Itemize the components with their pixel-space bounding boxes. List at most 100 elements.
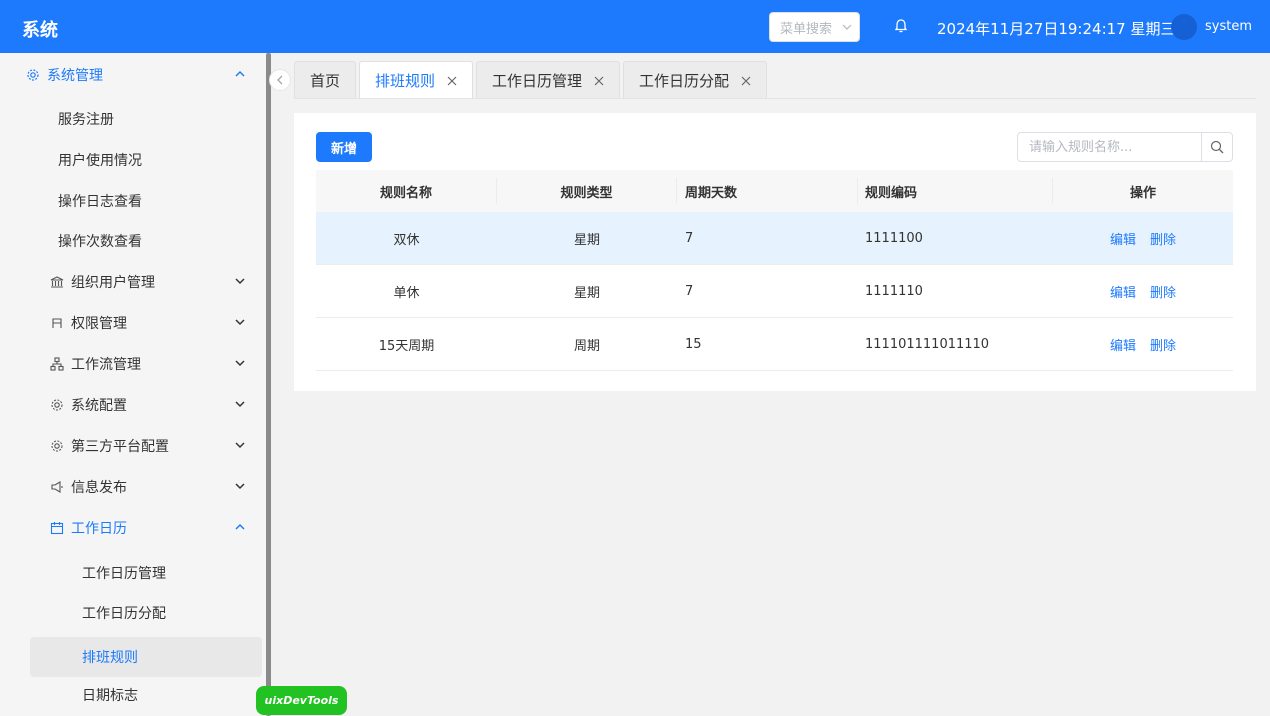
sidebar-group-label: 信息发布 — [71, 480, 127, 496]
sidebar-group-label: 组织用户管理 — [71, 275, 155, 291]
chevron-down-icon — [235, 360, 245, 367]
chevron-down-icon — [235, 401, 245, 408]
sidebar-item-date-flag[interactable]: 日期标志 — [0, 675, 266, 715]
tab-shift-rules[interactable]: 排班规则 — [359, 61, 474, 99]
sidebar-scrollbar[interactable] — [266, 53, 271, 716]
table-row[interactable]: 双休 星期 7 1111100 编辑 删除 — [316, 212, 1233, 265]
gear-icon — [27, 69, 39, 81]
sidebar-item-calendar-manage[interactable]: 工作日历管理 — [0, 553, 266, 593]
sidebar-item-shift-rules[interactable]: 排班规则 — [30, 637, 262, 677]
delete-link[interactable]: 删除 — [1150, 229, 1176, 248]
chevron-up-icon — [235, 70, 245, 77]
username[interactable]: system — [1205, 19, 1252, 34]
rules-table: 规则名称 规则类型 周期天数 规则编码 操作 双休 星期 7 1111100 编… — [316, 170, 1233, 371]
sidebar-group-info-publish[interactable]: 信息发布 — [0, 467, 266, 507]
cell-rule-type: 星期 — [573, 285, 600, 301]
sidebar: 系统管理 服务注册 用户使用情况 操作日志查看 操作次数查看 组织用户管理 权限… — [0, 53, 266, 716]
cell-cycle-days: 15 — [685, 336, 702, 352]
sidebar-group-system-config[interactable]: 系统配置 — [0, 385, 266, 425]
close-icon[interactable] — [447, 76, 457, 86]
sidebar-item-operation-count[interactable]: 操作次数查看 — [0, 221, 266, 261]
cell-rule-code: 1111100 — [865, 230, 923, 246]
calendar-icon — [50, 522, 64, 535]
menu-search-select[interactable]: 菜单搜索 — [769, 12, 860, 42]
table-row[interactable]: 15天周期 周期 15 111101111011110 编辑 删除 — [316, 318, 1233, 371]
sidebar-group-permission[interactable]: 权限管理 — [0, 303, 266, 343]
tab-divider — [294, 98, 1256, 99]
devtools-button[interactable]: uixDevTools — [256, 686, 347, 715]
chevron-up-icon — [235, 523, 245, 530]
rule-search-box — [1017, 132, 1233, 162]
tab-label: 工作日历管理 — [492, 72, 583, 90]
sidebar-item-user-usage[interactable]: 用户使用情况 — [0, 140, 266, 180]
sidebar-collapse-button[interactable] — [269, 69, 291, 91]
gear-icon — [51, 440, 63, 452]
header-cycle-days: 周期天数 — [677, 178, 858, 204]
cell-actions: 编辑 删除 — [1053, 318, 1233, 370]
cell-actions: 编辑 删除 — [1053, 265, 1233, 317]
edit-link[interactable]: 编辑 — [1110, 282, 1136, 301]
header-rule-type: 规则类型 — [497, 178, 677, 204]
cell-rule-name: 单休 — [393, 285, 420, 301]
delete-link[interactable]: 删除 — [1150, 282, 1176, 301]
sidebar-group-third-party[interactable]: 第三方平台配置 — [0, 426, 266, 466]
bank-icon — [50, 276, 64, 288]
close-icon[interactable] — [741, 76, 751, 86]
tab-calendar-manage[interactable]: 工作日历管理 — [476, 61, 621, 99]
cell-cycle-days: 7 — [685, 283, 694, 299]
gear-icon — [51, 399, 63, 411]
tab-bar: 首页 排班规则 工作日历管理 工作日历分配 — [294, 61, 770, 99]
table-row[interactable]: 单休 星期 7 1111110 编辑 删除 — [316, 265, 1233, 318]
chevron-down-icon — [235, 319, 245, 326]
tab-label: 排班规则 — [375, 72, 436, 90]
chevron-down-icon — [235, 442, 245, 449]
tab-label: 首页 — [310, 72, 341, 90]
bell-icon[interactable] — [893, 18, 909, 34]
delete-link[interactable]: 删除 — [1150, 335, 1176, 354]
sidebar-group-system[interactable]: 系统管理 — [0, 55, 266, 95]
menu-search-placeholder: 菜单搜索 — [780, 21, 833, 37]
tab-calendar-assign[interactable]: 工作日历分配 — [623, 61, 768, 99]
cell-rule-code: 111101111011110 — [865, 336, 990, 352]
tab-label: 工作日历分配 — [639, 72, 730, 90]
search-button[interactable] — [1201, 133, 1232, 161]
header-rule-name: 规则名称 — [316, 178, 497, 204]
cell-rule-name: 双休 — [393, 232, 420, 248]
avatar[interactable] — [1171, 14, 1197, 40]
sidebar-group-label: 第三方平台配置 — [71, 439, 169, 455]
sidebar-group-work-calendar[interactable]: 工作日历 — [0, 508, 266, 548]
sidebar-group-label: 系统配置 — [71, 398, 127, 414]
sidebar-group-label: 权限管理 — [71, 316, 127, 332]
table-header: 规则名称 规则类型 周期天数 规则编码 操作 — [316, 170, 1233, 212]
sidebar-item-operation-log[interactable]: 操作日志查看 — [0, 181, 266, 221]
flow-icon — [50, 357, 64, 371]
megaphone-icon — [51, 481, 63, 493]
edit-link[interactable]: 编辑 — [1110, 229, 1136, 248]
sidebar-group-org-user[interactable]: 组织用户管理 — [0, 262, 266, 302]
cell-actions: 编辑 删除 — [1053, 212, 1233, 264]
sidebar-group-workflow[interactable]: 工作流管理 — [0, 344, 266, 384]
chevron-down-icon — [235, 483, 245, 490]
chevron-left-icon — [277, 75, 283, 85]
cell-rule-type: 星期 — [573, 232, 600, 248]
tab-home[interactable]: 首页 — [294, 61, 357, 99]
edit-link[interactable]: 编辑 — [1110, 335, 1136, 354]
chevron-down-icon — [842, 24, 852, 30]
sidebar-group-label: 工作日历 — [71, 521, 127, 537]
cell-cycle-days: 7 — [685, 230, 694, 246]
user-icon — [52, 318, 62, 328]
cell-rule-name: 15天周期 — [378, 338, 435, 354]
datetime-display: 2024年11月27日19:24:17 星期三 — [937, 20, 1176, 38]
cell-rule-type: 周期 — [573, 338, 600, 354]
scrollbar-thumb[interactable] — [266, 53, 271, 716]
search-icon — [1210, 140, 1224, 154]
sidebar-group-label: 系统管理 — [47, 68, 103, 84]
sidebar-item-calendar-assign[interactable]: 工作日历分配 — [0, 593, 266, 633]
sidebar-item-service-register[interactable]: 服务注册 — [0, 99, 266, 139]
header-rule-code: 规则编码 — [858, 178, 1053, 204]
sidebar-group-label: 工作流管理 — [71, 357, 141, 373]
top-header: 系统 菜单搜索 2024年11月27日19:24:17 星期三 system — [0, 0, 1270, 53]
close-icon[interactable] — [594, 76, 604, 86]
add-button[interactable]: 新增 — [316, 132, 372, 162]
rule-search-input[interactable] — [1018, 133, 1202, 161]
